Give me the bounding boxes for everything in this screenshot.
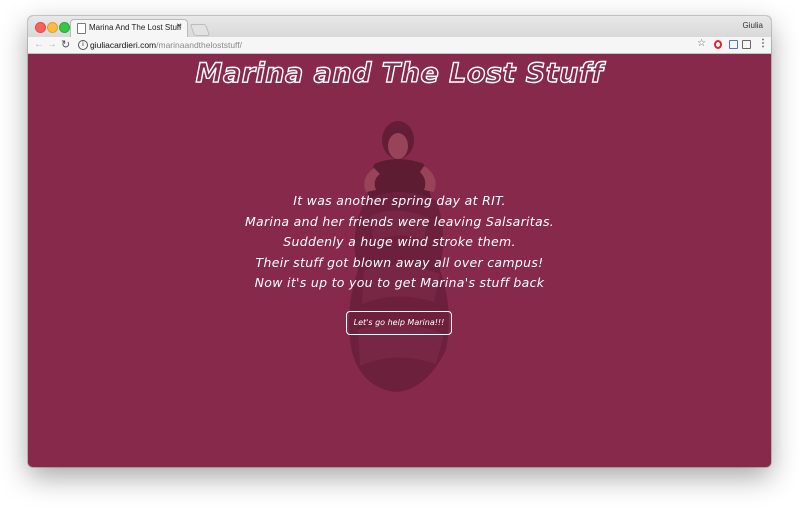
help-marina-button[interactable]: Let's go help Marina!!!: [346, 311, 452, 335]
screenshot-icon[interactable]: [729, 40, 738, 49]
story-line: Marina and her friends were leaving Sals…: [244, 213, 555, 229]
story-line: It was another spring day at RIT.: [293, 193, 506, 208]
address-bar[interactable]: i giuliacardieri.com/marinaandtheloststu…: [76, 39, 708, 51]
url-text[interactable]: giuliacardieri.com/marinaandtheloststuff…: [90, 39, 242, 51]
page-icon: [77, 23, 86, 34]
browser-tab[interactable]: Marina And The Lost Stuff ×: [70, 19, 188, 37]
back-arrow-icon[interactable]: ←: [34, 39, 44, 51]
window-maximize-button[interactable]: [59, 22, 70, 33]
tab-title: Marina And The Lost Stuff: [89, 23, 182, 32]
url-path: /marinaandtheloststuff/: [156, 40, 242, 50]
page-title: Marina and The Lost Stuff: [195, 57, 604, 89]
star-icon[interactable]: ☆: [697, 38, 706, 50]
url-host: giuliacardieri.com: [90, 40, 157, 50]
cast-icon[interactable]: [742, 40, 751, 49]
reload-icon[interactable]: ↻: [61, 39, 70, 51]
story-text: It was another spring day at RIT. Marina…: [28, 191, 771, 294]
story-line: Now it's up to you to get Marina's stuff…: [254, 275, 545, 290]
menu-icon[interactable]: ⋮: [758, 38, 768, 50]
window-minimize-button[interactable]: [47, 22, 58, 33]
browser-toolbar: ← → ↻ i giuliacardieri.com/marinaandthel…: [28, 37, 771, 54]
window-close-button[interactable]: [35, 22, 46, 33]
browser-window: Marina And The Lost Stuff × Giulia ← → ↻…: [28, 16, 771, 467]
new-tab-button[interactable]: [189, 24, 211, 36]
page-content: Marina and The Lost Stuff It was another…: [28, 54, 771, 467]
story-line: Their stuff got blown away all over camp…: [255, 254, 544, 270]
tab-strip: Marina And The Lost Stuff × Giulia: [28, 16, 771, 37]
story-line: Suddenly a huge wind stroke them.: [283, 234, 516, 249]
forward-arrow-icon[interactable]: →: [47, 39, 57, 51]
tab-close-icon[interactable]: ×: [176, 22, 182, 32]
profile-name[interactable]: Giulia: [743, 21, 763, 30]
opera-icon[interactable]: [714, 40, 722, 49]
info-icon[interactable]: i: [78, 40, 88, 50]
